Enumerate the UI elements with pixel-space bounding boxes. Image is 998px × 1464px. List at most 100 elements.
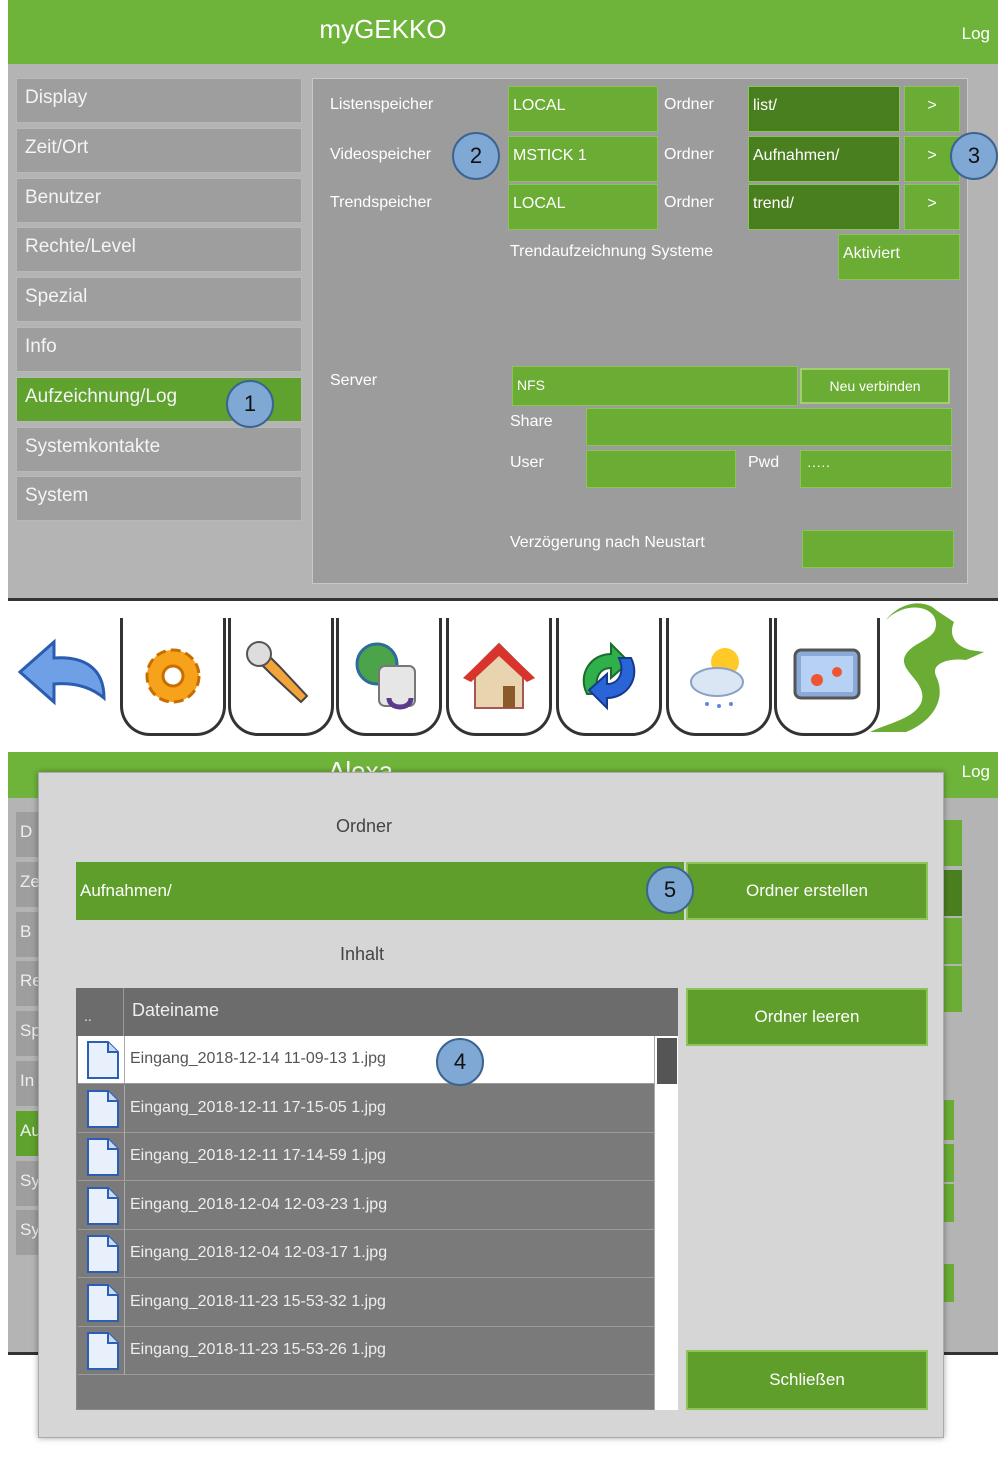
video-storage-field[interactable]: MSTICK 1 [508,136,658,182]
background-nav-item: Sy [16,1210,38,1256]
file-row[interactable]: Eingang_2018-11-23 15-53-32 1.jpg [78,1278,656,1327]
background-nav-item: Sp [16,1011,38,1057]
file-name: Eingang_2018-11-23 15-53-26 1.jpg [130,1341,386,1358]
file-row[interactable]: Eingang_2018-12-14 11-09-13 1.jpg [78,1036,656,1084]
list-folder-field[interactable]: list/ [748,86,900,132]
file-name: Eingang_2018-12-11 17-14-59 1.jpg [130,1147,386,1164]
column-divider [124,1084,125,1133]
column-divider [124,1230,125,1278]
scrollbar-thumb[interactable] [657,1038,677,1084]
trend-folder-button[interactable]: > [904,184,960,230]
callout-2: 2 [452,132,500,180]
sidebar-item-display[interactable]: Display [16,78,302,123]
callout-3: 3 [950,132,998,180]
video-folder-field[interactable]: Aufnahmen/ [748,136,900,182]
sidebar-item-systemkontakte[interactable]: Systemkontakte [16,426,302,472]
user-label: User [510,454,544,471]
pwd-field[interactable]: ····· [800,450,952,488]
callout-5: 5 [646,866,694,914]
user-field[interactable] [586,450,736,488]
trend-label: Trendspeicher [330,194,432,211]
background-nav-item: Au [16,1110,38,1156]
file-icon [87,1186,119,1225]
share-field[interactable] [586,408,952,446]
file-name: Eingang_2018-12-04 12-03-23 1.jpg [130,1195,388,1213]
file-row[interactable]: Eingang_2018-12-04 12-03-17 1.jpg [78,1230,656,1278]
weather-icon[interactable] [666,618,772,736]
column-divider [124,1133,125,1181]
file-row[interactable]: Eingang_2018-12-11 17-14-59 1.jpg [78,1133,656,1181]
sidebar-item-rechte-level[interactable]: Rechte/Level [16,227,302,273]
file-name: Eingang_2018-12-04 12-03-17 1.jpg [130,1244,388,1261]
video-label: Videospeicher [330,146,432,163]
background-nav-item: In [16,1061,38,1106]
sidebar-item-info[interactable]: Info [16,327,302,372]
filename-column-header[interactable]: Dateiname [132,1000,219,1021]
ordner-label-2: Ordner [664,146,714,163]
trend-storage-field[interactable]: LOCAL [508,184,658,230]
file-row[interactable]: Eingang_2018-12-11 17-15-05 1.jpg [78,1084,656,1133]
log-button[interactable]: Log [962,24,990,44]
current-folder-field[interactable]: Aufnahmen/ [76,862,684,920]
background-nav-item: Ze [16,861,38,907]
file-row[interactable]: Eingang_2018-11-23 15-53-26 1.jpg [78,1327,656,1375]
server-field[interactable]: NFS [512,366,798,406]
trend-folder-field[interactable]: trend/ [748,184,900,230]
trend-system-toggle[interactable]: Aktiviert [838,234,960,280]
column-divider [124,1181,125,1230]
listen-storage-field[interactable]: LOCAL [508,86,658,132]
callout-1: 1 [226,380,274,428]
file-icon [87,1138,119,1176]
scrollbar[interactable] [654,1036,678,1410]
title-bar: myGEKKO Log [8,0,998,64]
dialog-log-button[interactable]: Log [962,762,990,782]
file-icon [87,1041,119,1079]
column-divider [124,1036,125,1084]
file-icon [87,1283,119,1322]
column-divider [124,1327,125,1375]
server-label: Server [330,372,378,389]
sidebar-item-system[interactable]: System [16,476,302,522]
clear-folder-button[interactable]: Ordner leeren [686,988,928,1046]
create-folder-button[interactable]: Ordner erstellen [686,862,928,920]
file-name: Eingang_2018-12-11 17-15-05 1.jpg [130,1098,386,1116]
wrench-icon[interactable] [228,618,334,736]
app-title: myGEKKO [319,14,447,44]
trend-system-label: Trendaufzeichnung Systeme [510,243,714,260]
sidebar-item-benutzer[interactable]: Benutzer [16,177,302,223]
ordner-label-3: Ordner [664,194,714,211]
background-nav-item: Sy [16,1160,38,1206]
delay-label: Verzögerung nach Neustart [510,534,705,551]
back-arrow-icon[interactable] [14,628,114,724]
separator [0,740,998,752]
background-nav-item: B [16,911,38,957]
callout-4: 4 [436,1038,484,1086]
file-list-header: .. Dateiname [76,988,678,1036]
reconnect-button[interactable]: Neu verbinden [800,368,950,404]
media-player-icon[interactable] [774,618,880,736]
file-name: Eingang_2018-12-14 11-09-13 1.jpg [130,1050,386,1067]
sidebar-item-zeit-ort[interactable]: Zeit/Ort [16,127,302,173]
pwd-label: Pwd [748,454,780,471]
background-nav-item: D [16,812,38,857]
ordner-label-1: Ordner [664,96,714,113]
content-heading: Inhalt [340,944,385,964]
close-button[interactable]: Schließen [686,1350,928,1410]
share-label: Share [510,413,553,430]
file-row[interactable]: Eingang_2018-12-04 12-03-23 1.jpg [78,1181,656,1230]
delay-field[interactable] [802,530,954,568]
file-name: Eingang_2018-11-23 15-53-32 1.jpg [130,1292,386,1310]
file-icon [87,1235,119,1273]
sidebar-item-spezial[interactable]: Spezial [16,277,302,323]
gecko-logo-icon [866,600,992,736]
list-folder-button[interactable]: > [904,86,960,132]
gear-icon[interactable] [120,618,226,736]
network-icon[interactable] [336,618,442,736]
recycle-arrows-icon[interactable] [556,618,662,736]
parent-folder-button[interactable]: .. [76,988,124,1036]
column-divider [124,1278,125,1327]
house-icon[interactable] [446,618,552,736]
listen-label: Listenspeicher [330,96,434,113]
file-icon [87,1332,119,1370]
file-icon [87,1089,119,1128]
